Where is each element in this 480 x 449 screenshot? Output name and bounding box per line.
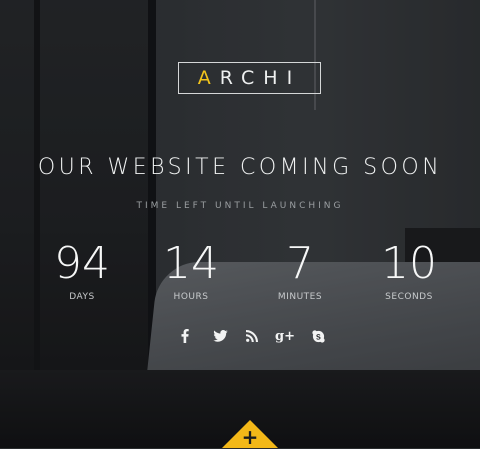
logo-text: RCHI — [219, 67, 302, 89]
countdown-minutes-label: MINUTES — [277, 292, 323, 302]
google-plus-icon[interactable]: g+ — [275, 327, 295, 345]
countdown-hours-label: HOURS — [173, 292, 209, 302]
page-title: OUR WEBSITE COMING SOON — [37, 155, 443, 180]
facebook-icon[interactable] — [175, 327, 195, 345]
skype-icon[interactable] — [308, 327, 328, 345]
twitter-icon[interactable] — [210, 327, 230, 345]
logo-accent-letter: A — [197, 67, 220, 89]
rss-icon[interactable] — [242, 327, 262, 345]
countdown-hours-value: 14 — [163, 238, 219, 289]
countdown-days-value: 94 — [54, 238, 110, 289]
page-subtitle: TIME LEFT UNTIL LAUNCHING — [136, 201, 344, 211]
countdown-seconds: 10 SECONDS — [359, 238, 459, 303]
google-plus-glyph: g+ — [275, 328, 295, 344]
plus-icon: + — [241, 425, 259, 449]
countdown-hours: 14 HOURS — [141, 238, 241, 303]
countdown-days-label: DAYS — [69, 292, 95, 302]
countdown-seconds-label: SECONDS — [385, 292, 433, 302]
countdown-days: 94 DAYS — [32, 238, 132, 303]
site-logo[interactable]: A RCHI — [178, 62, 321, 94]
countdown-minutes-value: 7 — [286, 238, 314, 289]
countdown-seconds-value: 10 — [381, 238, 437, 289]
countdown-minutes: 7 MINUTES — [250, 238, 350, 303]
